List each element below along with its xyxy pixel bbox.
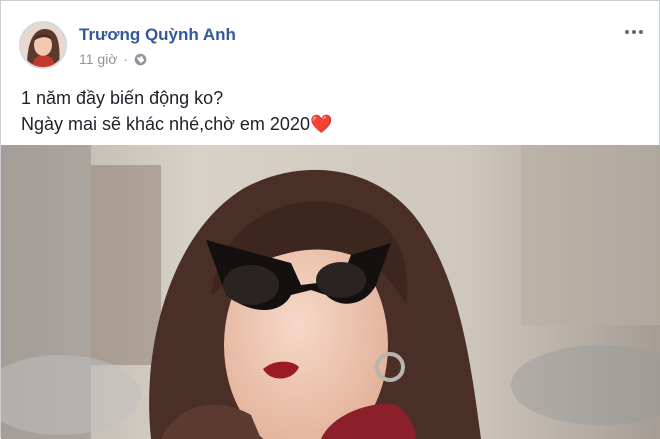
post-meta: 11 giờ · bbox=[79, 51, 147, 67]
post-photo[interactable] bbox=[1, 145, 660, 439]
author-avatar[interactable] bbox=[19, 21, 67, 69]
more-dot bbox=[632, 30, 636, 34]
more-dot bbox=[639, 30, 643, 34]
post-card: Trương Quỳnh Anh 11 giờ · 1 năm đầy biến… bbox=[0, 0, 660, 439]
post-text-line-2: Ngày mai sẽ khác nhé,chờ em 2020❤️ bbox=[21, 111, 332, 137]
post-header: Trương Quỳnh Anh 11 giờ · bbox=[1, 1, 660, 81]
post-timestamp[interactable]: 11 giờ bbox=[79, 51, 118, 67]
more-options-icon[interactable] bbox=[621, 23, 647, 41]
photo-image bbox=[1, 145, 660, 439]
globe-icon[interactable] bbox=[134, 53, 147, 66]
avatar-image bbox=[21, 23, 65, 67]
heart-emoji-icon: ❤️ bbox=[309, 114, 333, 134]
post-text-line-2-text: Ngày mai sẽ khác nhé,chờ em 2020 bbox=[21, 114, 310, 134]
author-name[interactable]: Trương Quỳnh Anh bbox=[79, 25, 236, 45]
post-text-line-1: 1 năm đầy biến động ko? bbox=[21, 88, 224, 108]
post-text: 1 năm đầy biến động ko? Ngày mai sẽ khác… bbox=[21, 85, 332, 137]
more-dot bbox=[625, 30, 629, 34]
dot-separator: · bbox=[123, 51, 129, 67]
